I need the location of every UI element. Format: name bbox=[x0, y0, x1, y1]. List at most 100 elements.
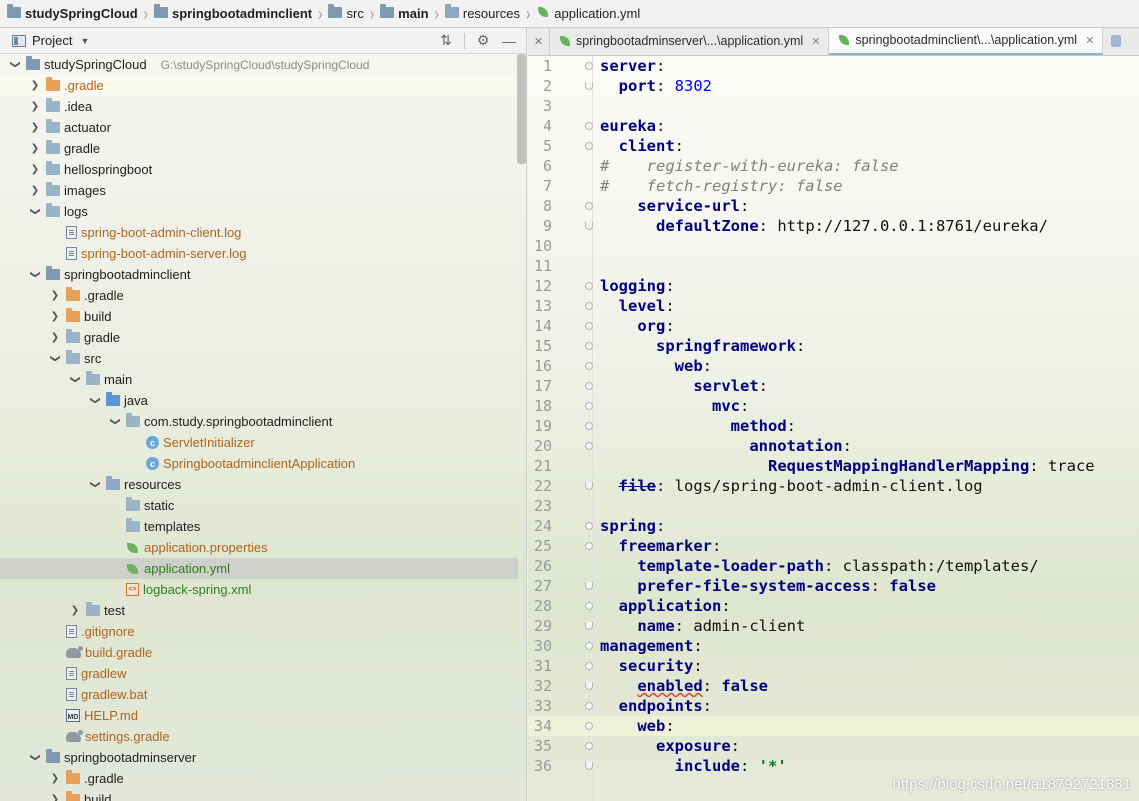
gear-icon[interactable]: ⚙ bbox=[475, 32, 491, 49]
fold-expanded-icon[interactable] bbox=[585, 722, 593, 730]
tree-item[interactable]: .idea bbox=[0, 96, 518, 117]
code-line[interactable]: 3 bbox=[528, 96, 1139, 116]
tree-item[interactable]: MD HELP.md bbox=[0, 705, 518, 726]
tree-item[interactable]: static bbox=[0, 495, 518, 516]
tree-item[interactable]: test bbox=[0, 600, 518, 621]
code-line[interactable]: 2 port: 8302 bbox=[528, 76, 1139, 96]
code-line[interactable]: 30 management: bbox=[528, 636, 1139, 656]
tree-item[interactable]: java bbox=[0, 390, 518, 411]
tree-item[interactable]: resources bbox=[0, 474, 518, 495]
code-line[interactable]: 21 RequestMappingHandlerMapping: trace bbox=[528, 456, 1139, 476]
chevron-right-icon[interactable] bbox=[28, 164, 42, 175]
tree-item[interactable]: c ServletInitializer bbox=[0, 432, 518, 453]
chevron-down-icon[interactable] bbox=[68, 374, 82, 385]
code-line[interactable]: 16 web: bbox=[528, 356, 1139, 376]
fold-end-icon[interactable] bbox=[585, 582, 593, 590]
fold-expanded-icon[interactable] bbox=[585, 522, 593, 530]
tree-item[interactable]: springbootadminserver bbox=[0, 747, 518, 768]
fold-end-icon[interactable] bbox=[585, 482, 593, 490]
tree-item[interactable]: studySpringCloud G:\studySpringCloud\stud… bbox=[0, 54, 518, 75]
chevron-right-icon[interactable] bbox=[28, 143, 42, 154]
tree-item[interactable]: build.gradle bbox=[0, 642, 518, 663]
fold-expanded-icon[interactable] bbox=[585, 342, 593, 350]
breadcrumb-item[interactable]: application.yml bbox=[533, 0, 643, 27]
code-line[interactable]: 15 springframework: bbox=[528, 336, 1139, 356]
tree-item[interactable]: hellospringboot bbox=[0, 159, 518, 180]
breadcrumb-item[interactable]: main bbox=[377, 0, 431, 27]
chevron-right-icon[interactable] bbox=[28, 185, 42, 196]
fold-expanded-icon[interactable] bbox=[585, 62, 593, 70]
fold-end-icon[interactable] bbox=[585, 682, 593, 690]
chevron-right-icon[interactable] bbox=[28, 80, 42, 91]
fold-expanded-icon[interactable] bbox=[585, 382, 593, 390]
tree-item[interactable]: gradlew.bat bbox=[0, 684, 518, 705]
fold-expanded-icon[interactable] bbox=[585, 542, 593, 550]
code-line[interactable]: 4 eureka: bbox=[528, 116, 1139, 136]
fold-expanded-icon[interactable] bbox=[585, 602, 593, 610]
tree-item[interactable]: actuator bbox=[0, 117, 518, 138]
editor-tab[interactable]: springbootadminclient\...\application.ym… bbox=[829, 28, 1104, 55]
code-line[interactable]: 29 name: admin-client bbox=[528, 616, 1139, 636]
chevron-down-icon[interactable] bbox=[108, 416, 122, 427]
code-line[interactable]: 17 servlet: bbox=[528, 376, 1139, 396]
tree-item[interactable]: .gradle bbox=[0, 285, 518, 306]
tree-item[interactable]: .gradle bbox=[0, 75, 518, 96]
chevron-right-icon[interactable] bbox=[28, 101, 42, 112]
tree-item[interactable]: gradle bbox=[0, 327, 518, 348]
chevron-down-icon[interactable] bbox=[28, 206, 42, 217]
code-line[interactable]: 8 service-url: bbox=[528, 196, 1139, 216]
code-area[interactable]: 1 server: 2 port: 8302 3 4 eureka: 5 client: 6 #… bbox=[528, 56, 1139, 801]
chevron-right-icon[interactable] bbox=[28, 122, 42, 133]
code-line[interactable]: 36 include: '*' bbox=[528, 756, 1139, 776]
tree-item[interactable]: application.yml bbox=[0, 558, 518, 579]
fold-expanded-icon[interactable] bbox=[585, 442, 593, 450]
project-tree-scrollbar[interactable] bbox=[517, 54, 526, 164]
code-line[interactable]: 19 method: bbox=[528, 416, 1139, 436]
tree-item[interactable]: templates bbox=[0, 516, 518, 537]
overflow-tab[interactable] bbox=[1103, 28, 1122, 55]
code-line[interactable]: 28 application: bbox=[528, 596, 1139, 616]
chevron-down-icon[interactable] bbox=[88, 479, 102, 490]
code-line[interactable]: 9 defaultZone: http://127.0.0.1:8761/eur… bbox=[528, 216, 1139, 236]
fold-expanded-icon[interactable] bbox=[585, 122, 593, 130]
code-line[interactable]: 12 logging: bbox=[528, 276, 1139, 296]
fold-expanded-icon[interactable] bbox=[585, 282, 593, 290]
tree-item[interactable]: c SpringbootadminclientApplication bbox=[0, 453, 518, 474]
fold-expanded-icon[interactable] bbox=[585, 422, 593, 430]
code-line[interactable]: 14 org: bbox=[528, 316, 1139, 336]
tree-item[interactable]: build bbox=[0, 306, 518, 327]
close-icon[interactable]: ✕ bbox=[1085, 34, 1094, 47]
chevron-down-icon[interactable] bbox=[28, 269, 42, 280]
code-line[interactable]: 27 prefer-file-system-access: false bbox=[528, 576, 1139, 596]
fold-end-icon[interactable] bbox=[585, 82, 593, 90]
code-line[interactable]: 18 mvc: bbox=[528, 396, 1139, 416]
code-line[interactable]: 11 bbox=[528, 256, 1139, 276]
tree-item[interactable]: application.properties bbox=[0, 537, 518, 558]
code-line[interactable]: 26 template-loader-path: classpath:/temp… bbox=[528, 556, 1139, 576]
fold-expanded-icon[interactable] bbox=[585, 142, 593, 150]
tree-item[interactable]: gradle bbox=[0, 138, 518, 159]
tree-item[interactable]: .gitignore bbox=[0, 621, 518, 642]
fold-expanded-icon[interactable] bbox=[585, 742, 593, 750]
code-line[interactable]: 7 # fetch-registry: false bbox=[528, 176, 1139, 196]
code-line[interactable]: 33 endpoints: bbox=[528, 696, 1139, 716]
tree-item[interactable]: .gradle bbox=[0, 768, 518, 789]
chevron-down-icon[interactable] bbox=[48, 353, 62, 364]
tree-item[interactable]: spring-boot-admin-client.log bbox=[0, 222, 518, 243]
code-line[interactable]: 34 web: bbox=[528, 716, 1139, 736]
code-line[interactable]: 10 bbox=[528, 236, 1139, 256]
breadcrumb-item[interactable]: src bbox=[325, 0, 366, 27]
fold-expanded-icon[interactable] bbox=[585, 642, 593, 650]
fold-expanded-icon[interactable] bbox=[585, 362, 593, 370]
tree-item[interactable]: springbootadminclient bbox=[0, 264, 518, 285]
breadcrumb-item[interactable]: springbootadminclient bbox=[151, 0, 315, 27]
fold-expanded-icon[interactable] bbox=[585, 202, 593, 210]
tree-item[interactable]: spring-boot-admin-server.log bbox=[0, 243, 518, 264]
tree-item[interactable]: com.study.springbootadminclient bbox=[0, 411, 518, 432]
code-line[interactable]: 32 enabled: false bbox=[528, 676, 1139, 696]
collapse-all-icon[interactable]: ⇅ bbox=[438, 32, 454, 49]
chevron-right-icon[interactable] bbox=[68, 605, 82, 616]
chevron-right-icon[interactable] bbox=[48, 290, 62, 301]
chevron-down-icon[interactable] bbox=[28, 752, 42, 763]
fold-expanded-icon[interactable] bbox=[585, 302, 593, 310]
